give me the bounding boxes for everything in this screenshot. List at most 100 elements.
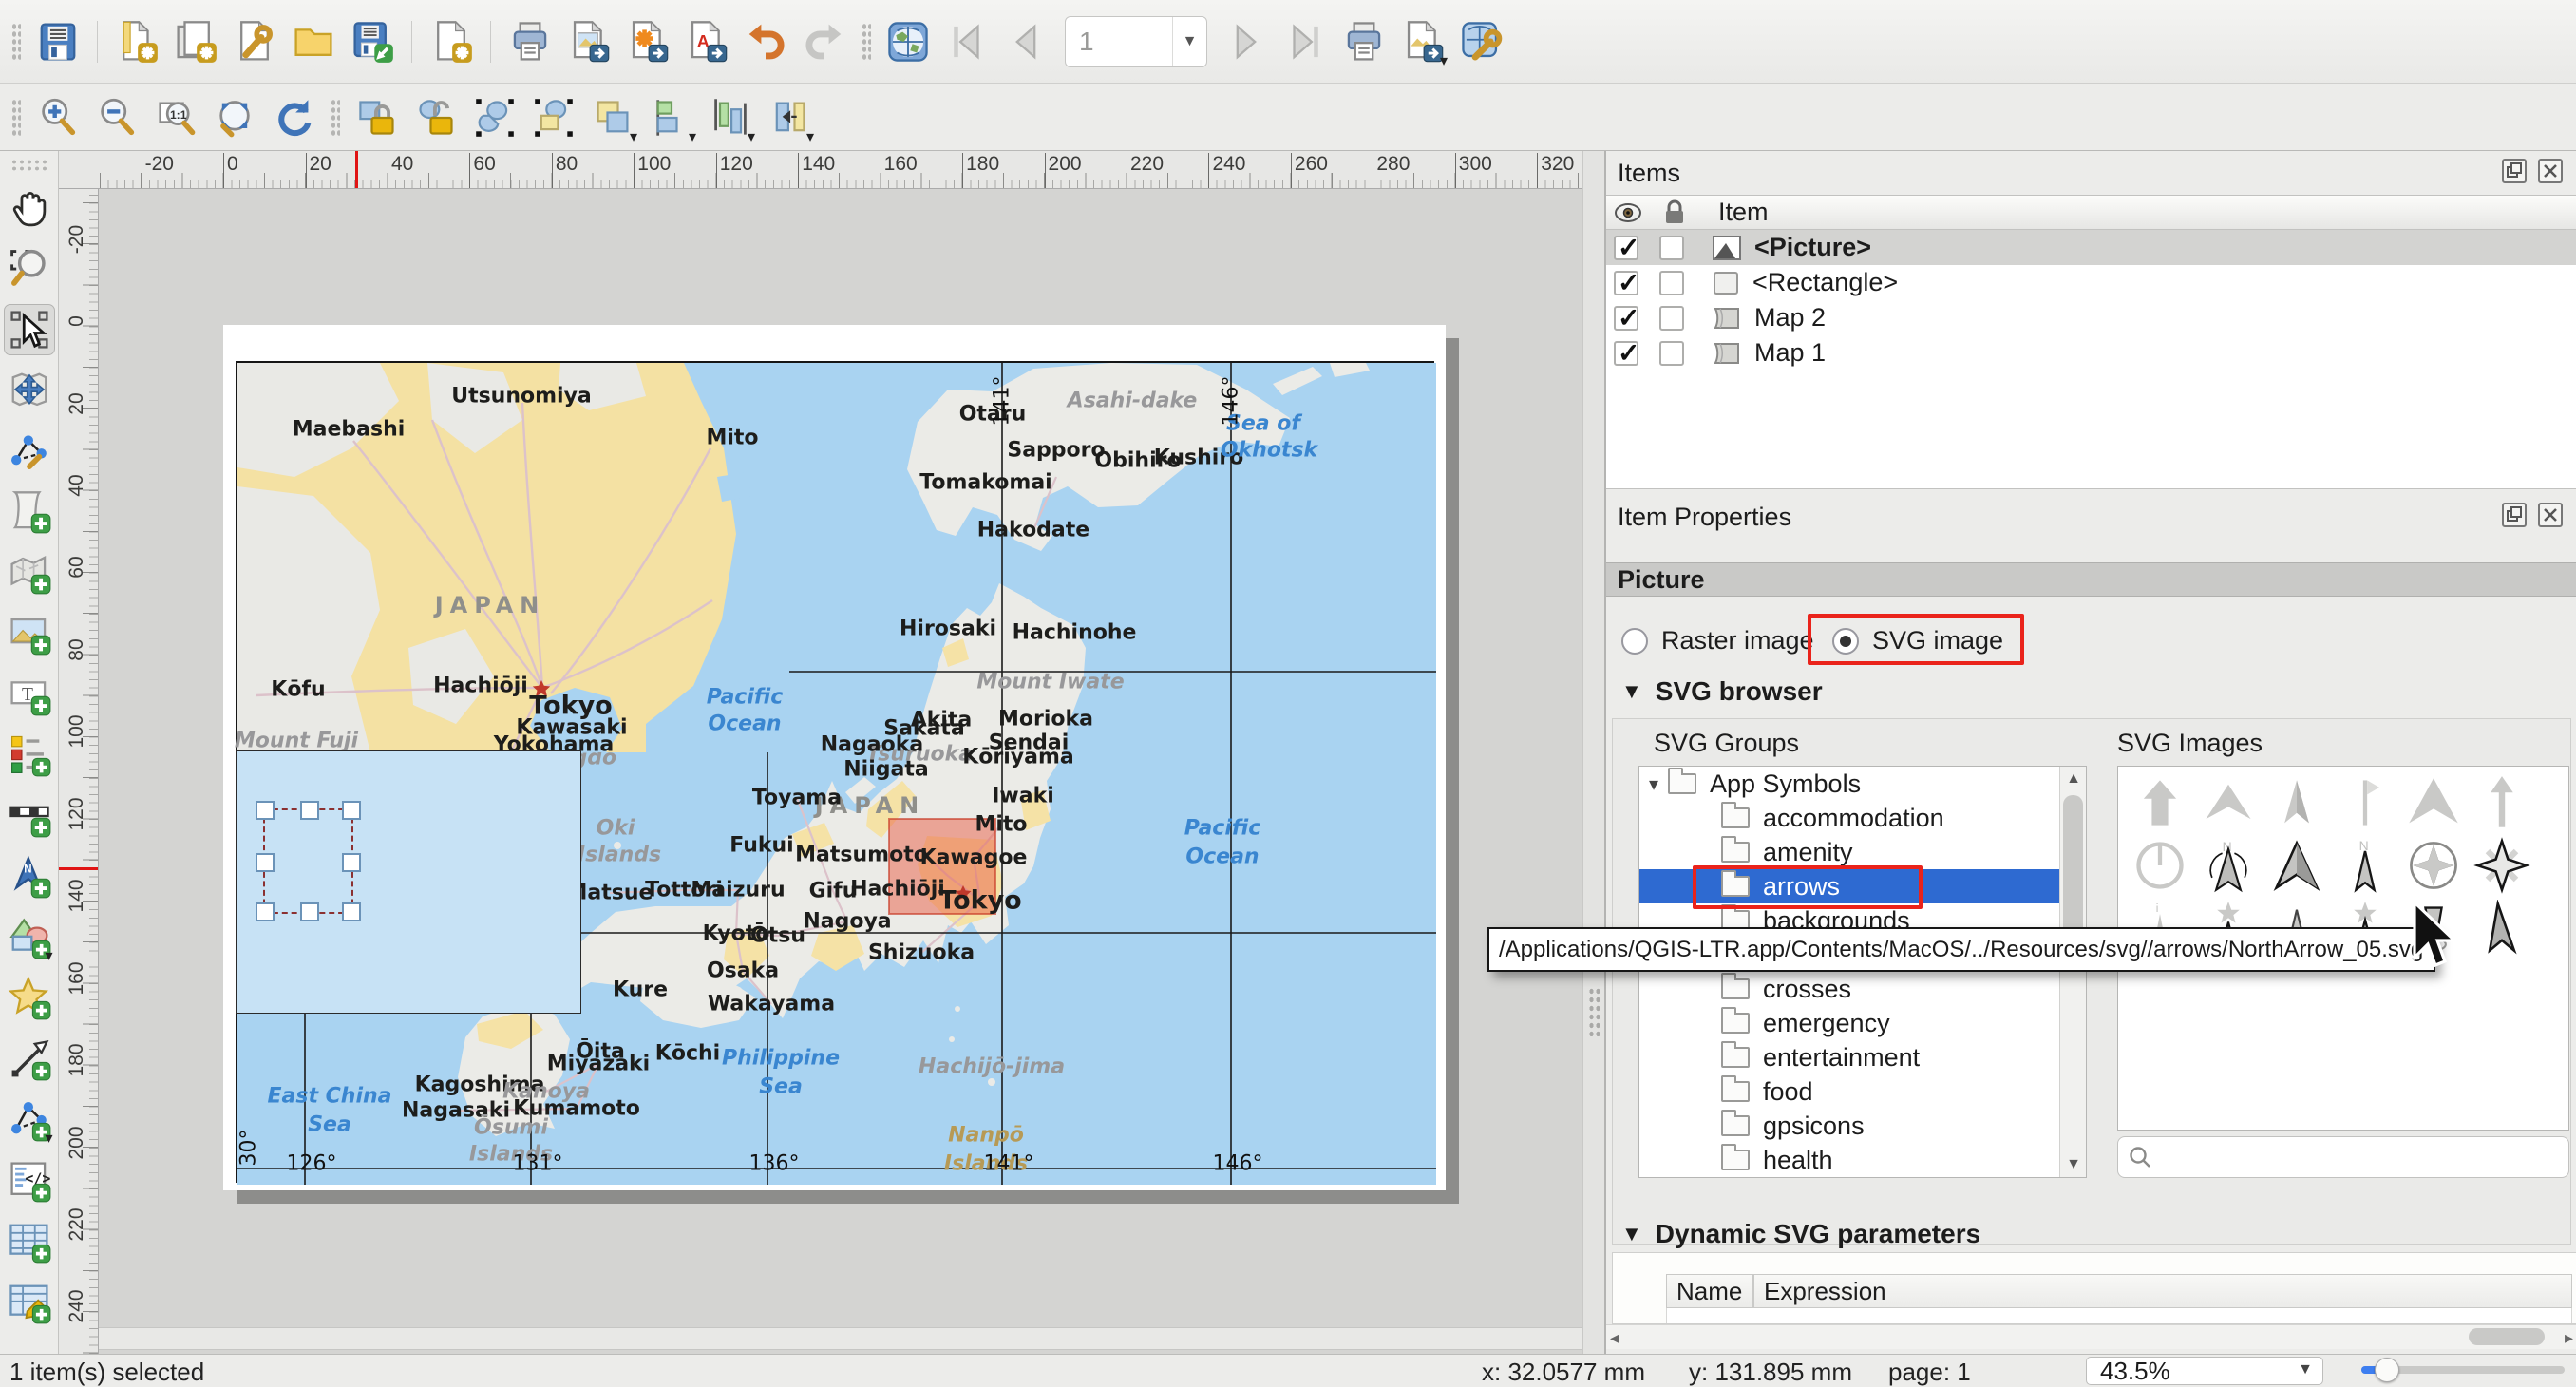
scroll-down-icon[interactable]: ▼ (2060, 1152, 2087, 1177)
redo-button[interactable] (798, 15, 851, 68)
north-arrow-thumbnail[interactable] (2337, 774, 2394, 831)
raise-items-button[interactable]: ▾ (586, 91, 639, 144)
add-picture-button[interactable] (4, 608, 55, 659)
resize-handle-e[interactable] (342, 853, 361, 872)
resize-handle-nw[interactable] (256, 801, 275, 820)
combo-dropdown-icon[interactable]: ▼ (2298, 1361, 2313, 1378)
resize-handle-se[interactable] (342, 902, 361, 922)
toolbar-drag-handle[interactable] (331, 99, 340, 137)
items-row-map1[interactable]: Map 1 (1606, 335, 2576, 370)
canvas-vertical-scrollbar[interactable] (1582, 151, 1605, 1354)
undo-button[interactable] (739, 15, 792, 68)
expander-icon[interactable]: ▾ (1639, 772, 1668, 796)
north-arrow-thumbnail[interactable] (2131, 774, 2188, 831)
resize-handle-s[interactable] (300, 902, 319, 922)
lock-checkbox[interactable] (1659, 306, 1684, 331)
print-atlas-button[interactable] (1337, 15, 1391, 68)
lock-checkbox[interactable] (1659, 341, 1684, 366)
param-name-header[interactable]: Name (1666, 1274, 1753, 1308)
close-panel-button[interactable] (2538, 159, 2563, 183)
zoom-out-button[interactable] (90, 91, 143, 144)
map-item-map2[interactable]: UtsunomiyaMaebashiMitoJAPANKōfuHachiōjiT… (236, 361, 787, 750)
zoom-in-button[interactable] (31, 91, 85, 144)
print-button[interactable] (503, 15, 557, 68)
zoom-tool-button[interactable] (4, 243, 55, 294)
new-layout-button[interactable] (110, 15, 163, 68)
items-row-rectangle[interactable]: <Rectangle> (1606, 265, 2576, 300)
svg-group-amenity[interactable]: amenity (1639, 835, 2086, 869)
groups-scrollbar[interactable]: ▲ ▼ (2059, 767, 2086, 1177)
north-arrow-thumbnail[interactable]: N (2200, 837, 2257, 894)
add-arrow-button[interactable] (4, 1034, 55, 1085)
add-shape-button[interactable]: ▾ (4, 912, 55, 963)
scroll-right-icon[interactable]: ▸ (2565, 1325, 2573, 1350)
distribute-items-button[interactable]: ▾ (704, 91, 757, 144)
raster-radio-button[interactable] (1621, 628, 1648, 655)
items-row-map2[interactable]: Map 2 (1606, 300, 2576, 335)
north-arrow-thumbnail[interactable] (2405, 774, 2462, 831)
page-number-spinbox[interactable]: 1 ▼ (1065, 16, 1207, 67)
previous-feature-button[interactable] (999, 15, 1052, 68)
pan-tool-button[interactable] (4, 182, 55, 234)
svg-group-gpsicons[interactable]: gpsicons (1639, 1109, 2086, 1143)
picture-item-selected[interactable] (263, 808, 353, 914)
select-move-item-tool-button[interactable] (4, 304, 55, 355)
collapse-triangle-icon[interactable]: ▼ (1621, 679, 1642, 704)
add-legend-button[interactable] (4, 730, 55, 781)
visibility-checkbox[interactable] (1614, 236, 1638, 260)
svg-group-food[interactable]: food (1639, 1074, 2086, 1109)
dynamic-svg-parameters-section[interactable]: ▼ Dynamic SVG parameters (1621, 1219, 1980, 1249)
align-items-button[interactable]: ▾ (645, 91, 698, 144)
close-panel-button[interactable] (2538, 503, 2563, 527)
scroll-up-icon[interactable]: ▲ (2060, 767, 2087, 791)
north-arrow-thumbnail[interactable] (2473, 774, 2530, 831)
group-items-button[interactable] (468, 91, 521, 144)
resize-handle-n[interactable] (300, 801, 319, 820)
resize-handle-ne[interactable] (342, 801, 361, 820)
scrollbar-thumb[interactable] (2063, 795, 2083, 938)
toolbar-drag-handle[interactable] (862, 23, 871, 61)
north-arrow-thumbnail[interactable]: N (2337, 837, 2394, 894)
toolbar-drag-handle[interactable] (11, 23, 21, 61)
layout-canvas[interactable]: OtaruSapporoAsahi-dakeObihiroKushiroSea … (99, 189, 1582, 1354)
visibility-checkbox[interactable] (1614, 271, 1638, 295)
svg-groups-tree[interactable]: ▾App Symbolsaccommodationamenityarrowsba… (1638, 766, 2087, 1178)
atlas-settings-button[interactable] (1455, 15, 1508, 68)
canvas-horizontal-scrollbar[interactable] (99, 1327, 1582, 1350)
spinbox-dropdown-icon[interactable]: ▼ (1172, 17, 1206, 66)
add-label-button[interactable]: T (4, 669, 55, 720)
float-panel-button[interactable] (2502, 503, 2527, 527)
north-arrow-thumbnail[interactable] (2473, 837, 2530, 894)
zoom-slider-knob[interactable] (2375, 1358, 2399, 1382)
zoom-slider[interactable] (2361, 1366, 2565, 1374)
add-html-button[interactable]: </> (4, 1155, 55, 1206)
north-arrow-thumbnail[interactable] (2405, 837, 2462, 894)
duplicate-layout-button[interactable] (169, 15, 222, 68)
save-layout-button[interactable] (346, 15, 399, 68)
unlock-items-button[interactable] (409, 91, 463, 144)
refresh-button[interactable] (267, 91, 320, 144)
resize-handle-sw[interactable] (256, 902, 275, 922)
edit-nodes-tool-button[interactable] (4, 426, 55, 477)
svg-group-App Symbols[interactable]: ▾App Symbols (1639, 767, 2086, 801)
atlas-preview-button[interactable] (881, 15, 935, 68)
north-arrow-thumbnail[interactable] (2200, 774, 2257, 831)
north-arrow-thumbnail[interactable] (2473, 900, 2530, 957)
float-panel-button[interactable] (2502, 159, 2527, 183)
lock-checkbox[interactable] (1659, 236, 1684, 260)
panel-horizontal-scrollbar[interactable]: ◂ ▸ (1606, 1324, 2576, 1349)
last-feature-button[interactable] (1279, 15, 1332, 68)
param-expression-header[interactable]: Expression (1753, 1274, 2572, 1308)
north-arrow-thumbnail[interactable] (2268, 837, 2325, 894)
svg-image-search-field[interactable] (2117, 1136, 2569, 1178)
export-atlas-button[interactable]: ▾ (1396, 15, 1449, 68)
add-node-item-button[interactable]: ▾ (4, 1094, 55, 1146)
raster-image-option[interactable]: Raster image (1621, 626, 1814, 656)
zoom-level-combobox[interactable]: 43.5% ▼ (2086, 1357, 2323, 1385)
add-north-arrow-button[interactable]: N (4, 851, 55, 902)
svg-group-entertainment[interactable]: entertainment (1639, 1040, 2086, 1074)
next-feature-button[interactable] (1220, 15, 1273, 68)
visibility-checkbox[interactable] (1614, 341, 1638, 366)
scroll-left-icon[interactable]: ◂ (1610, 1325, 1619, 1350)
lock-checkbox[interactable] (1659, 271, 1684, 295)
